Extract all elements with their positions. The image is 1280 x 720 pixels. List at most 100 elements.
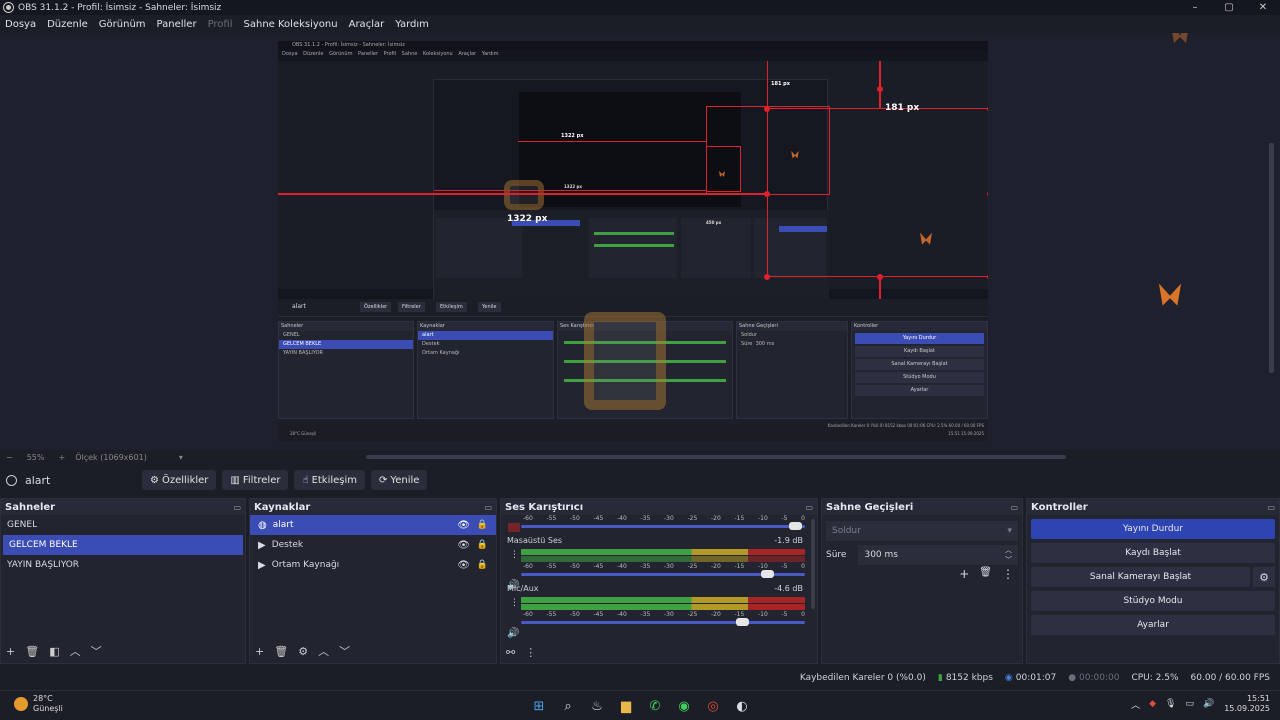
menu-help[interactable]: Yardım <box>395 19 429 30</box>
steam-icon[interactable]: ♨ <box>586 696 608 716</box>
measure-handle[interactable] <box>877 86 883 92</box>
undock-icon[interactable]: ▭ <box>233 503 241 512</box>
stop-streaming-button[interactable]: Yayını Durdur <box>1031 519 1275 539</box>
menu-tools[interactable]: Araçlar <box>349 19 385 30</box>
chevron-up-icon[interactable]: ︿ <box>70 643 81 659</box>
chevron-up-icon[interactable]: ︿ <box>318 643 329 659</box>
link-icon[interactable]: ⚯ <box>506 646 515 659</box>
scene-item[interactable]: YAYIN BAŞLIYOR <box>1 555 245 575</box>
speaker-icon[interactable]: 🔊 <box>507 628 519 639</box>
search-icon[interactable]: ⌕ <box>557 696 579 716</box>
lock-icon[interactable]: 🔒 <box>477 560 488 570</box>
eye-icon[interactable]: 👁 <box>457 560 470 571</box>
more-icon[interactable]: ⋮ <box>525 646 536 659</box>
volume-slider[interactable] <box>521 618 805 626</box>
measure-handle[interactable] <box>764 191 770 197</box>
inner-stop-stream: Yayını Durdur <box>855 333 984 344</box>
measure-handle[interactable] <box>987 106 988 112</box>
volume-knob[interactable] <box>761 570 775 578</box>
scene-item[interactable]: GELCEM BEKLE <box>3 535 243 555</box>
chrome-icon[interactable]: ◎ <box>702 696 724 716</box>
add-icon[interactable]: + <box>959 567 969 581</box>
source-item[interactable]: ◍ alart 👁 🔒 <box>250 515 496 535</box>
start-virtualcam-button[interactable]: Sanal Kamerayı Başlat <box>1031 567 1250 587</box>
settings-button[interactable]: Ayarlar <box>1031 615 1275 635</box>
menu-scene-collection[interactable]: Sahne Koleksiyonu <box>244 19 338 30</box>
measure-handle[interactable] <box>764 274 770 280</box>
volume-slider[interactable] <box>521 522 805 530</box>
undock-icon[interactable]: ▭ <box>484 503 492 512</box>
menu-view[interactable]: Görünüm <box>99 19 146 30</box>
file-explorer-icon[interactable]: ▆ <box>615 696 637 716</box>
interact-button[interactable]: ☝ Etkileşim <box>294 470 366 490</box>
more-icon[interactable]: ⋮ <box>1002 567 1014 581</box>
whatsapp-icon[interactable]: ✆ <box>644 696 666 716</box>
studio-mode-button[interactable]: Stüdyo Modu <box>1031 591 1275 611</box>
record-time: ● 00:00:00 <box>1068 673 1119 683</box>
obs-icon[interactable]: ◐ <box>731 696 753 716</box>
refresh-button[interactable]: ⟳ Yenile <box>371 470 428 490</box>
zoom-in-button[interactable]: + <box>58 453 65 462</box>
transition-select[interactable]: Soldur ▾ <box>826 521 1018 541</box>
menu-file[interactable]: Dosya <box>5 19 36 30</box>
start-recording-button[interactable]: Kaydı Başlat <box>1031 543 1275 563</box>
measure-handle[interactable] <box>987 274 988 280</box>
weather-widget[interactable]: 28°C Güneşli <box>14 694 63 714</box>
play-icon: ▶ <box>258 559 266 571</box>
network-icon[interactable]: ▭ <box>1185 699 1194 709</box>
filters-button[interactable]: ▥ Filtreler <box>222 470 289 490</box>
preview-canvas[interactable]: OBS 31.1.2 - Profil: İsimsiz - Sahneler:… <box>0 33 1280 450</box>
minimize-button[interactable]: – <box>1178 0 1212 15</box>
spin-down-icon[interactable]: ﹀ <box>1005 555 1012 565</box>
trash-icon[interactable]: 🗑 <box>25 645 39 658</box>
menu-edit[interactable]: Düzenle <box>47 19 88 30</box>
lock-icon[interactable]: 🔒 <box>477 540 488 550</box>
preview-horizontal-scrollbar[interactable] <box>366 455 1066 459</box>
more-icon[interactable]: ⋮ <box>510 550 519 560</box>
more-icon[interactable]: ⋮ <box>510 598 519 608</box>
menu-docks[interactable]: Paneller <box>157 19 197 30</box>
measure-handle[interactable] <box>987 191 988 197</box>
undock-icon[interactable]: ▭ <box>1267 503 1275 512</box>
trash-icon[interactable]: 🗑 <box>979 567 992 581</box>
source-item[interactable]: ▶ Ortam Kaynağı 👁 🔒 <box>250 555 496 575</box>
filter-icon[interactable]: ◧ <box>49 645 59 658</box>
source-name: Destek <box>271 540 304 550</box>
mixer-scrollbar[interactable] <box>811 519 815 609</box>
volume-icon[interactable]: 🔊 <box>1203 699 1214 709</box>
chevron-down-icon[interactable]: ﹀ <box>91 643 102 659</box>
clock[interactable]: 15:51 15.09.2025 <box>1224 694 1270 714</box>
preview-vertical-scrollbar[interactable] <box>1269 143 1274 373</box>
undock-icon[interactable]: ▭ <box>805 503 813 512</box>
scale-dropdown-icon[interactable]: ▾ <box>179 453 183 462</box>
undock-icon[interactable]: ▭ <box>1010 503 1018 512</box>
gear-icon[interactable]: ⚙ <box>298 645 308 658</box>
properties-button[interactable]: ⚙ Özellikler <box>142 470 217 490</box>
chevron-up-icon[interactable]: ︿ <box>1131 698 1140 711</box>
zoom-out-button[interactable]: − <box>6 453 13 462</box>
volume-knob[interactable] <box>789 522 803 530</box>
spotify-icon[interactable]: ◉ <box>673 696 695 716</box>
tray-app-icon[interactable]: ◆ <box>1149 699 1156 709</box>
volume-slider[interactable] <box>521 570 805 578</box>
lock-icon[interactable]: 🔒 <box>477 520 488 530</box>
virtualcam-settings-button[interactable]: ⚙ <box>1253 567 1275 587</box>
add-icon[interactable]: + <box>6 645 15 658</box>
measure-handle[interactable] <box>877 274 883 280</box>
volume-knob[interactable] <box>735 618 749 626</box>
source-item[interactable]: ▶ Destek 👁 🔒 <box>250 535 496 555</box>
spin-up-icon[interactable]: ︿ <box>1005 545 1012 555</box>
maximize-button[interactable]: ▢ <box>1212 0 1246 15</box>
mute-toggle[interactable] <box>508 523 520 532</box>
close-button[interactable]: ✕ <box>1246 0 1280 15</box>
eye-icon[interactable]: 👁 <box>457 520 470 531</box>
windows-start-icon[interactable]: ⊞ <box>528 696 550 716</box>
trash-icon[interactable]: 🗑 <box>274 645 288 658</box>
microphone-icon[interactable]: 🎙 <box>1165 699 1176 709</box>
chevron-down-icon[interactable]: ﹀ <box>339 643 350 659</box>
measure-handle[interactable] <box>764 106 770 112</box>
add-icon[interactable]: + <box>255 645 264 658</box>
duration-input[interactable]: 300 ms ︿ ﹀ <box>858 545 1018 565</box>
eye-icon[interactable]: 👁 <box>457 540 470 551</box>
scene-item[interactable]: GENEL <box>1 515 245 535</box>
